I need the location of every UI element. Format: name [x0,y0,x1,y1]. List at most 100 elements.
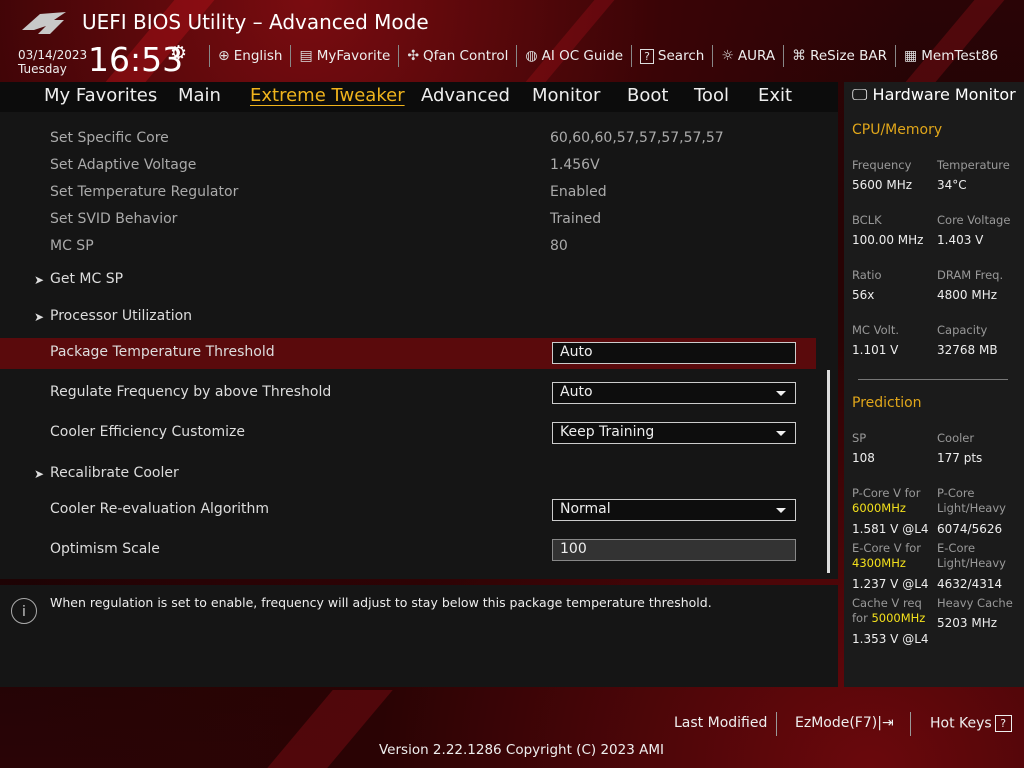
tab-my-favorites[interactable]: My Favorites [44,85,157,106]
set-specific-core-label: Set Specific Core [50,130,169,146]
hotkeys-label: Hot Keys [930,715,992,732]
cache-v-label-for: for [852,611,868,625]
hardware-monitor-title: 🖵 Hardware Monitor [852,85,1016,105]
aura-icon: ☼ [721,48,734,64]
bclk-value: 100.00 MHz [852,233,924,247]
temperature-label: Temperature [937,158,1010,172]
recalibrate-cooler-item[interactable]: Recalibrate Cooler [50,465,179,481]
set-specific-core-value: 60,60,60,57,57,57,57,57 [550,130,724,146]
prediction-heading: Prediction [852,395,922,411]
toolbar-divider [209,45,210,67]
set-svid-behavior-label: Set SVID Behavior [50,211,178,227]
footer-divider [910,712,911,736]
toolbar-label: Qfan Control [423,48,509,64]
frequency-label: Frequency [852,158,912,172]
toolbar-label: Search [657,48,705,64]
get-mc-sp-item[interactable]: Get MC SP [50,271,123,287]
tab-main[interactable]: Main [178,85,221,106]
hardware-monitor-title-text: Hardware Monitor [872,85,1016,104]
mc-sp-value: 80 [550,238,568,254]
tab-exit[interactable]: Exit [758,85,792,106]
cooler-reeval-select[interactable]: Normal [552,499,796,521]
gear-icon[interactable]: ⚙ [170,42,187,64]
optimism-scale-value: 100 [560,541,587,557]
myfavorite-button[interactable]: ▤ MyFavorite [299,48,390,64]
cache-v-label-text: Cache V req [852,596,922,610]
optimism-scale-label: Optimism Scale [50,541,160,557]
heavy-cache-value: 5203 MHz [937,616,998,630]
fan-icon: ✣ [407,48,420,64]
chevron-down-icon [776,431,786,436]
pcore-v-freq: 6000MHz [852,501,906,515]
set-temp-regulator-value: Enabled [550,184,607,200]
toolbar-divider [895,45,897,67]
ezmode-label: EzMode(F7) [795,715,878,731]
capacity-value: 32768 MB [937,343,998,357]
pkg-temp-threshold-input[interactable]: Auto [552,342,796,364]
toolbar-label: ReSize BAR [810,48,888,64]
toolbar: ⊕ English ▤ MyFavorite ✣ Qfan Control ◍ AI OC G… [205,45,1002,67]
info-icon: i [11,598,37,624]
dram-freq-value: 4800 MHz [937,288,998,302]
pcore-v-value: 1.581 V @L4 [852,522,929,536]
cache-v-freq: 5000MHz [871,611,926,625]
toolbar-divider [712,45,714,67]
help-text: When regulation is set to enable, freque… [50,595,712,610]
set-adaptive-voltage-value: 1.456V [550,157,600,173]
tab-extreme-tweaker[interactable]: Extreme Tweaker [250,85,405,106]
optimism-scale-input[interactable]: 100 [552,539,796,561]
qfan-control-button[interactable]: ✣ Qfan Control [407,48,508,64]
ezmode-button[interactable]: EzMode(F7)|⇥ [795,715,894,731]
mc-volt-label: MC Volt. [852,323,899,337]
toolbar-label: MyFavorite [316,48,391,64]
sp-label: SP [852,431,867,445]
pcore-v-label-text: P-Core V for [852,486,921,500]
tab-monitor[interactable]: Monitor [532,85,600,106]
search-button[interactable]: ? Search [640,48,704,64]
set-svid-behavior-value: Trained [550,211,602,227]
english-button[interactable]: ⊕ English [218,48,282,64]
weekday: Tuesday [18,62,67,76]
toolbar-divider [516,45,518,67]
search-icon: ? [640,48,654,64]
divider [858,379,1008,380]
scrollbar[interactable] [827,370,830,573]
toolbar-label: AI OC Guide [541,48,624,64]
heavy-cache-label: Heavy Cache [937,596,1013,610]
core-voltage-label: Core Voltage [937,213,1011,227]
processor-utilization-item[interactable]: Processor Utilization [50,308,192,324]
toolbar-divider [783,45,785,67]
cooler-label: Cooler [937,431,975,445]
toolbar-divider [631,45,633,67]
last-modified-button[interactable]: Last Modified [674,715,767,731]
toolbar-label: MemTest86 [921,48,999,64]
regulate-frequency-select[interactable]: Auto [552,382,796,404]
ecore-lh-label-2: Light/Heavy [937,556,1006,570]
ai-oc-guide-button[interactable]: ◍ AI OC Guide [525,48,623,64]
toolbar-divider [398,45,400,67]
pcore-lh-label-1: P-Core [937,486,975,500]
dram-freq-label: DRAM Freq. [937,268,1004,282]
bclk-label: BCLK [852,213,882,227]
tab-advanced[interactable]: Advanced [421,85,510,106]
tab-boot[interactable]: Boot [627,85,668,106]
aura-button[interactable]: ☼ AURA [721,48,775,64]
toolbar-divider [290,45,292,67]
memtest86-button[interactable]: ▦ MemTest86 [904,48,998,64]
regulate-frequency-label: Regulate Frequency by above Threshold [50,384,332,400]
mc-sp-label: MC SP [50,238,94,254]
ecore-lh-label-1: E-Core [937,541,976,555]
resize-bar-icon: ⌘ [792,48,807,64]
ratio-label: Ratio [852,268,882,282]
pkg-temp-threshold-value: Auto [560,344,593,360]
cooler-efficiency-select[interactable]: Keep Training [552,422,796,444]
hotkeys-button[interactable]: Hot Keys? [930,715,1012,732]
tab-tool[interactable]: Tool [694,85,729,106]
sp-value: 108 [852,451,875,465]
ecore-v-label-text: E-Core V for [852,541,922,555]
cache-v-value: 1.353 V @L4 [852,632,929,646]
ratio-value: 56x [852,288,875,302]
cpu-memory-heading: CPU/Memory [852,122,943,138]
date-display: 03/14/2023 Tuesday [18,48,87,76]
resize-bar-button[interactable]: ⌘ ReSize BAR [792,48,887,64]
